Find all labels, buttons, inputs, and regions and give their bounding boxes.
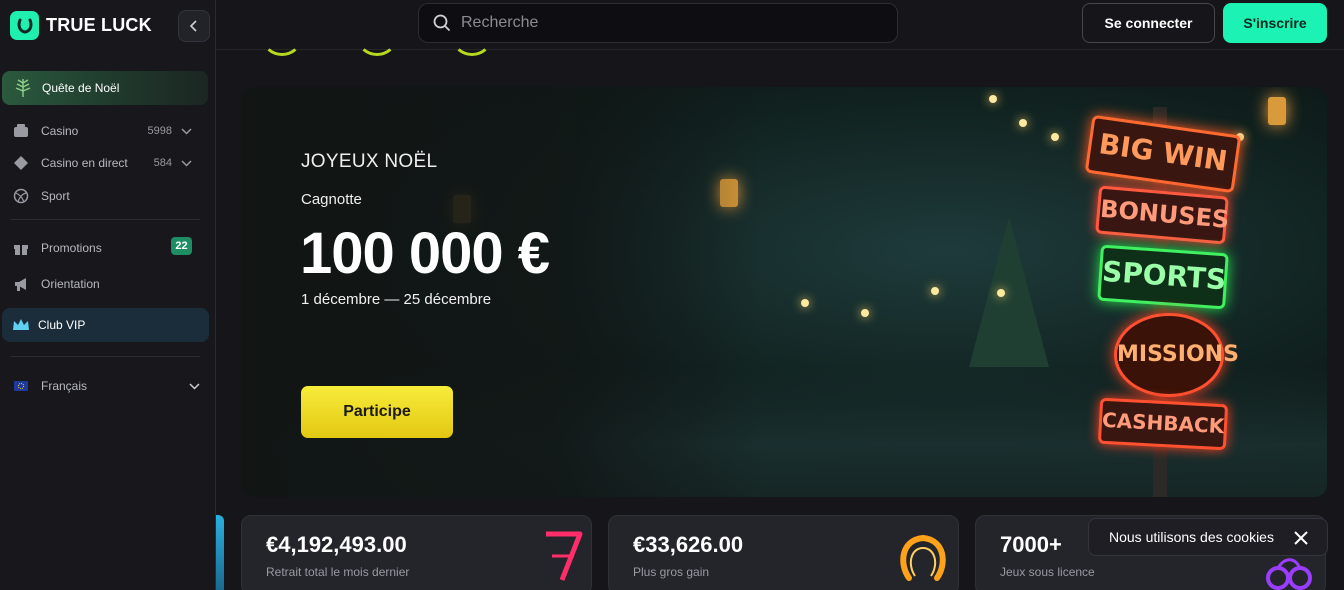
sidebar-item-label: Casino xyxy=(41,124,79,138)
crown-icon xyxy=(13,319,29,330)
collapse-sidebar-button[interactable] xyxy=(178,10,210,42)
signup-button[interactable]: S'inscrire xyxy=(1223,3,1327,43)
sidebar-item-club-vip[interactable]: Club VIP xyxy=(2,308,209,342)
category-circle[interactable] xyxy=(452,20,492,56)
scroll-edge-card xyxy=(216,515,224,590)
vip-label: Club VIP xyxy=(38,318,86,332)
stat-label: Plus gros gain xyxy=(633,565,710,579)
sidebar-item-sport[interactable]: Sport xyxy=(12,185,192,207)
pine-branch-icon xyxy=(15,79,31,97)
neon-sign-sports: SPORTS xyxy=(1097,244,1229,310)
stat-label: Retrait total le mois dernier xyxy=(266,565,410,579)
close-icon[interactable] xyxy=(1291,528,1311,548)
stat-value: €33,626.00 xyxy=(633,532,744,557)
stat-card-biggest-win: €33,626.00 Plus gros gain xyxy=(608,515,959,590)
stat-value: 7000+ xyxy=(1000,532,1062,557)
string-light xyxy=(1019,119,1027,127)
category-circle[interactable] xyxy=(262,20,302,56)
search-icon xyxy=(433,14,451,32)
participate-button[interactable]: Participe xyxy=(301,386,453,438)
sidebar-item-label: Orientation xyxy=(41,277,100,291)
string-light xyxy=(861,309,869,317)
jackpot-amount: 100 000 € xyxy=(300,221,550,286)
sidebar-item-label: Casino en direct xyxy=(41,156,128,170)
login-button[interactable]: Se connecter xyxy=(1082,3,1215,43)
christmas-tree-illustration xyxy=(969,217,1049,367)
sidebar-item-casino[interactable]: Casino 5998 xyxy=(12,120,192,142)
cookie-text: Nous utilisons des cookies xyxy=(1109,529,1274,545)
chevron-down-icon[interactable] xyxy=(181,124,192,138)
language-label: Français xyxy=(41,379,88,393)
banner-label: Cagnotte xyxy=(301,191,362,208)
sidebar-divider xyxy=(10,219,200,220)
search-input[interactable] xyxy=(461,14,881,32)
sidebar-item-label: Sport xyxy=(41,189,70,203)
string-light xyxy=(989,95,997,103)
promotions-count-badge: 22 xyxy=(171,237,192,255)
brand-name: TRUE LUCK xyxy=(46,15,152,35)
sidebar-item-live-casino[interactable]: Casino en direct 584 xyxy=(12,152,192,174)
christmas-quest-item[interactable]: Quête de Noël xyxy=(2,71,208,105)
street-lamp xyxy=(1268,97,1286,125)
sidebar-item-label: Promotions xyxy=(41,241,102,255)
chevron-down-icon[interactable] xyxy=(189,379,200,393)
neon-sign-bonuses: BONUSES xyxy=(1095,185,1230,245)
promo-dates: 1 décembre — 25 décembre xyxy=(301,291,492,308)
stat-label: Jeux sous licence xyxy=(1000,565,1095,579)
string-light xyxy=(931,287,939,295)
neon-seven-icon xyxy=(546,531,583,581)
neon-sign-big-win: BIG WIN xyxy=(1084,114,1242,194)
eu-flag-icon xyxy=(12,377,30,395)
quest-label: Quête de Noël xyxy=(42,81,120,95)
stat-card-withdrawals: €4,192,493.00 Retrait total le mois dern… xyxy=(241,515,592,590)
sport-ball-icon xyxy=(12,187,30,205)
cookie-notice: Nous utilisons des cookies xyxy=(1088,518,1328,556)
string-light xyxy=(997,289,1005,297)
sidebar-item-promotions[interactable]: Promotions 22 xyxy=(12,237,192,259)
chevron-down-icon[interactable] xyxy=(181,156,192,170)
category-circle[interactable] xyxy=(357,20,397,56)
banner-eyebrow: JOYEUX NOËL xyxy=(301,151,438,172)
stat-value: €4,192,493.00 xyxy=(266,532,407,557)
gift-icon xyxy=(12,239,30,257)
christmas-promo-banner[interactable]: BIG WIN BONUSES SPORTS MISSIONS CASHBACK… xyxy=(241,87,1327,497)
chevron-left-icon xyxy=(189,20,197,32)
game-count: 5998 xyxy=(147,125,172,137)
string-light xyxy=(801,299,809,307)
megaphone-icon xyxy=(12,275,30,293)
sidebar-divider xyxy=(10,356,200,357)
neon-cherries-icon xyxy=(1266,558,1312,590)
logo[interactable]: TRUE LUCK xyxy=(10,11,152,40)
language-selector[interactable]: Français xyxy=(12,375,200,397)
string-light xyxy=(1051,133,1059,141)
neon-sign-cashback: CASHBACK xyxy=(1097,397,1229,451)
sidebar-item-orientation[interactable]: Orientation xyxy=(12,273,192,295)
neon-horseshoe-icon xyxy=(900,534,946,581)
horseshoe-logo-icon xyxy=(10,11,39,40)
game-count: 584 xyxy=(153,157,172,169)
casino-icon xyxy=(12,122,30,140)
sidebar: TRUE LUCK Quête de Noël Casino 5998 Casi… xyxy=(0,0,216,590)
live-casino-icon xyxy=(12,154,30,172)
neon-sign-missions: MISSIONS xyxy=(1114,313,1239,397)
